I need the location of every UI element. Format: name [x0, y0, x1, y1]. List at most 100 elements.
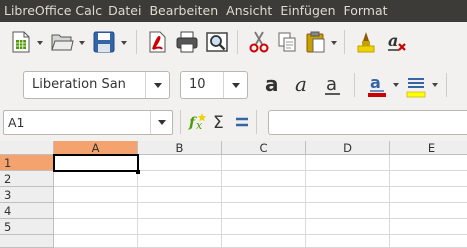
menu-einfuegen[interactable]: Einfügen — [280, 0, 335, 22]
cell-c2[interactable] — [222, 171, 306, 187]
row-header-2[interactable]: 2 — [0, 171, 54, 187]
cell-d4[interactable] — [306, 203, 390, 219]
menu-ansicht[interactable]: Ansicht — [226, 0, 272, 22]
print-icon[interactable] — [175, 30, 199, 54]
svg-text:a: a — [326, 74, 337, 95]
spreadsheet-grid: A B C D E 1 2 3 4 5 — [0, 141, 467, 248]
cut-icon[interactable] — [248, 30, 270, 54]
svg-text:Σ: Σ — [213, 113, 224, 133]
cell-b6[interactable] — [138, 235, 222, 248]
cell-d6[interactable] — [306, 235, 390, 248]
font-name-combobox[interactable]: Liberation San — [23, 71, 170, 99]
name-box[interactable]: A1 — [3, 110, 173, 135]
italic-icon[interactable]: a — [292, 72, 314, 98]
column-header-c[interactable]: C — [222, 141, 306, 155]
sum-icon[interactable]: Σ — [212, 111, 228, 133]
toolbar-separator — [237, 30, 238, 54]
font-size-combobox[interactable]: 10 — [180, 71, 248, 99]
bold-icon[interactable]: a — [262, 72, 284, 98]
cell-c5[interactable] — [222, 219, 306, 235]
highlight-dropdown-arrow-icon[interactable] — [432, 83, 438, 87]
formula-bar: A1 fx Σ — [0, 106, 467, 138]
row-header-1[interactable]: 1 — [0, 155, 54, 171]
cell-c4[interactable] — [222, 203, 306, 219]
cell-a4[interactable] — [54, 203, 138, 219]
name-box-dropdown-button[interactable] — [150, 111, 172, 134]
clear-formatting-icon[interactable]: a — [386, 30, 408, 54]
new-dropdown-arrow-icon[interactable] — [37, 41, 43, 45]
paste-icon[interactable] — [304, 30, 326, 54]
column-header-d[interactable]: D — [306, 141, 390, 155]
app-title: LibreOffice Calc — [4, 3, 103, 18]
save-dropdown-arrow-icon[interactable] — [121, 41, 127, 45]
svg-text:a: a — [265, 72, 279, 96]
save-icon[interactable] — [92, 30, 116, 54]
new-document-icon[interactable] — [10, 30, 32, 54]
cell-e6[interactable] — [390, 235, 467, 248]
formula-equals-icon[interactable] — [234, 111, 250, 133]
export-pdf-icon[interactable] — [146, 30, 168, 54]
formula-input[interactable] — [268, 110, 467, 135]
toolbar-separator — [256, 110, 257, 134]
cell-e2[interactable] — [390, 171, 467, 187]
select-all-corner[interactable] — [0, 141, 54, 155]
toolbar-separator — [136, 30, 137, 54]
paste-dropdown-arrow-icon[interactable] — [331, 41, 337, 45]
menubar: LibreOffice Calc Datei Bearbeiten Ansicht Ei… — [0, 0, 467, 22]
column-header-e[interactable]: E — [390, 141, 467, 155]
highlight-color-icon[interactable] — [405, 72, 427, 98]
column-header-b[interactable]: B — [138, 141, 222, 155]
cell-c6[interactable] — [222, 235, 306, 248]
row-header-3[interactable]: 3 — [0, 187, 54, 203]
cell-a5[interactable] — [54, 219, 138, 235]
font-size-dropdown-button[interactable] — [223, 72, 247, 98]
row-header-5[interactable]: 5 — [0, 219, 54, 235]
cell-e5[interactable] — [390, 219, 467, 235]
toolbar-separator — [180, 110, 181, 134]
menu-format[interactable]: Format — [344, 0, 388, 22]
open-folder-icon[interactable] — [50, 31, 74, 53]
autofill-handle[interactable] — [136, 170, 140, 174]
font-name-dropdown-button[interactable] — [145, 72, 169, 98]
menu-bearbeiten[interactable]: Bearbeiten — [149, 0, 218, 22]
cell-a6[interactable] — [54, 235, 138, 248]
cell-b2[interactable] — [138, 171, 222, 187]
svg-text:a: a — [388, 31, 398, 50]
menu-datei[interactable]: Datei — [108, 0, 141, 22]
cell-e4[interactable] — [390, 203, 467, 219]
clone-formatting-icon[interactable] — [355, 30, 377, 54]
font-color-dropdown-arrow-icon[interactable] — [393, 83, 399, 87]
svg-text:a: a — [295, 72, 307, 96]
copy-icon[interactable] — [276, 31, 298, 53]
row-header-6[interactable] — [0, 235, 54, 248]
name-box-value: A1 — [8, 115, 25, 130]
cell-b1[interactable] — [138, 155, 222, 171]
cell-c1[interactable] — [222, 155, 306, 171]
cell-b4[interactable] — [138, 203, 222, 219]
underline-icon[interactable]: a — [322, 72, 344, 98]
formatting-toolbar: Liberation San 10 a a a a — [0, 64, 467, 106]
open-dropdown-arrow-icon[interactable] — [79, 41, 85, 45]
toolbar-separator — [446, 73, 447, 97]
cell-d1[interactable] — [306, 155, 390, 171]
cell-a3[interactable] — [54, 187, 138, 203]
cell-b5[interactable] — [138, 219, 222, 235]
cell-c3[interactable] — [222, 187, 306, 203]
column-header-a[interactable]: A — [54, 141, 138, 155]
standard-toolbar: a — [0, 22, 467, 64]
svg-text:a: a — [370, 73, 381, 92]
cell-b3[interactable] — [138, 187, 222, 203]
font-size-value: 10 — [189, 77, 206, 92]
cell-d5[interactable] — [306, 219, 390, 235]
cell-e3[interactable] — [390, 187, 467, 203]
print-preview-icon[interactable] — [205, 30, 229, 54]
toolbar-separator — [354, 73, 355, 97]
function-wizard-icon[interactable]: fx — [188, 111, 208, 133]
font-name-value: Liberation San — [32, 77, 126, 92]
cell-e1[interactable] — [390, 155, 467, 171]
row-header-4[interactable]: 4 — [0, 203, 54, 219]
cell-d3[interactable] — [306, 187, 390, 203]
cell-d2[interactable] — [306, 171, 390, 187]
cell-a2[interactable] — [54, 171, 138, 187]
font-color-icon[interactable]: a — [366, 72, 388, 98]
